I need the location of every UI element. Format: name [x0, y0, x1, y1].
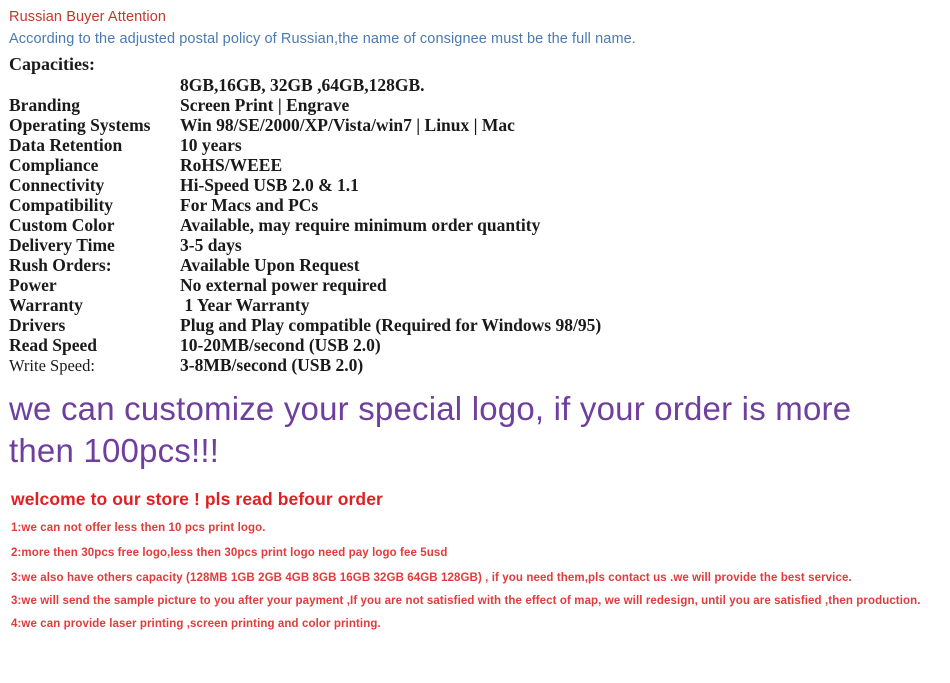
spec-value: Win 98/SE/2000/XP/Vista/win7 | Linux | M…	[180, 115, 515, 135]
spec-label: Operating Systems	[9, 115, 151, 135]
table-row: Data Retention 10 years	[9, 135, 950, 155]
table-row: Branding Screen Print | Engrave	[9, 95, 950, 115]
spec-label: Compatibility	[9, 195, 114, 215]
table-row: Power No external power required	[9, 275, 950, 295]
spec-value: Plug and Play compatible (Required for W…	[180, 315, 602, 335]
spec-value: Available, may require minimum order qua…	[180, 215, 541, 235]
table-row: Rush Orders: Available Upon Request	[9, 255, 950, 275]
specification-table: Capacities: 8GB,16GB, 32GB ,64GB,128GB. …	[0, 54, 950, 376]
table-row: Compatibility For Macs and PCs	[9, 195, 950, 215]
spec-value-capacities: 8GB,16GB, 32GB ,64GB,128GB.	[180, 75, 425, 95]
russian-buyer-notice: Russian Buyer Attention According to the…	[0, 0, 950, 49]
table-row: Custom Color Available, may require mini…	[9, 215, 950, 235]
spec-label: Custom Color	[9, 215, 115, 235]
list-item: 3:we also have others capacity (128MB 1G…	[11, 572, 852, 584]
spec-value: No external power required	[180, 275, 387, 295]
table-row: Delivery Time 3-5 days	[9, 235, 950, 255]
table-row: Drivers Plug and Play compatible (Requir…	[9, 315, 950, 335]
spec-value: 10-20MB/second (USB 2.0)	[180, 335, 381, 355]
spec-label: Data Retention	[9, 135, 123, 155]
store-welcome-title: welcome to our store ! pls read befour o…	[11, 489, 383, 509]
spec-label: Branding	[9, 95, 80, 115]
spec-label: Warranty	[9, 295, 83, 315]
table-row: Connectivity Hi-Speed USB 2.0 & 1.1	[9, 175, 950, 195]
table-row: Read Speed 10-20MB/second (USB 2.0)	[9, 335, 950, 355]
notice-title: Russian Buyer Attention	[9, 9, 167, 25]
spec-label: Rush Orders:	[9, 255, 112, 275]
spec-value: RoHS/WEEE	[180, 155, 283, 175]
table-row: Operating Systems Win 98/SE/2000/XP/Vist…	[9, 115, 950, 135]
spec-label: Drivers	[9, 315, 66, 335]
product-description-page: Russian Buyer Attention According to the…	[0, 0, 950, 683]
spec-value: 10 years	[180, 135, 242, 155]
list-item: 3:we will send the sample picture to you…	[11, 595, 921, 607]
spec-label: Connectivity	[9, 175, 105, 195]
table-row: Compliance RoHS/WEEE	[9, 155, 950, 175]
spec-value: 3-8MB/second (USB 2.0)	[180, 355, 364, 375]
list-item: 1:we can not offer less then 10 pcs prin…	[11, 522, 266, 534]
table-row: Warranty 1 Year Warranty	[9, 295, 950, 315]
spec-label: Read Speed	[9, 335, 97, 355]
capacities-heading: Capacities:	[9, 54, 95, 74]
notice-body: According to the adjusted postal policy …	[9, 31, 636, 47]
spec-label: Power	[9, 275, 57, 295]
spec-label: Compliance	[9, 155, 99, 175]
spec-label: Write Speed:	[9, 356, 95, 375]
custom-logo-promo-headline: we can customize your special logo, if y…	[9, 390, 852, 469]
store-terms-block: welcome to our store ! pls read befour o…	[0, 488, 950, 631]
spec-value: For Macs and PCs	[180, 195, 319, 215]
table-row: Write Speed: 3-8MB/second (USB 2.0)	[9, 355, 950, 376]
list-item: 2:more then 30pcs free logo,less then 30…	[11, 547, 448, 559]
spec-value: Available Upon Request	[180, 255, 360, 275]
spec-value: Screen Print | Engrave	[180, 95, 350, 115]
spec-value: 1 Year Warranty	[180, 295, 310, 315]
spec-value: Hi-Speed USB 2.0 & 1.1	[180, 175, 359, 195]
spec-label: Delivery Time	[9, 235, 115, 255]
spec-value: 3-5 days	[180, 235, 242, 255]
list-item: 4:we can provide laser printing ,screen …	[11, 618, 381, 630]
spec-row-capacities: 8GB,16GB, 32GB ,64GB,128GB.	[9, 75, 950, 95]
